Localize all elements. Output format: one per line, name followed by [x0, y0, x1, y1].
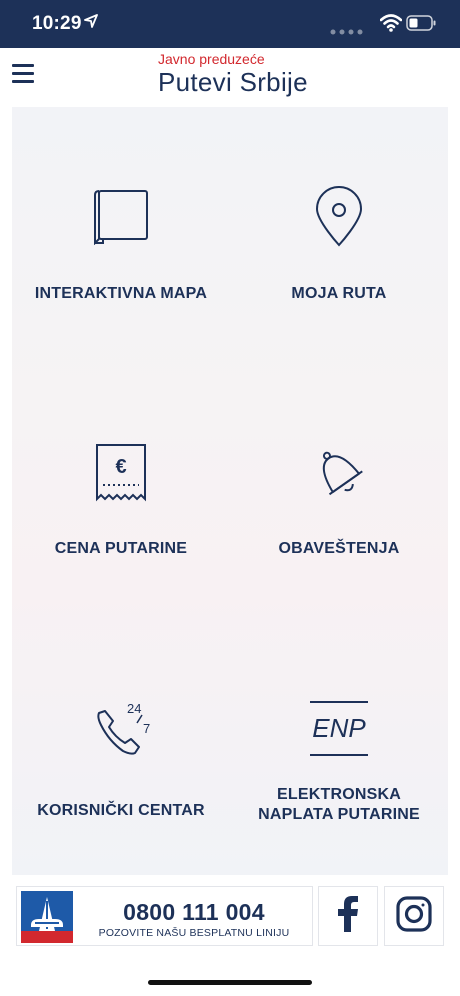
tile-label: KORISNIČKI CENTAR — [37, 802, 205, 819]
home-indicator[interactable] — [148, 980, 312, 985]
app-header: Javno preduzeće Putevi Srbije — [0, 48, 460, 106]
tile-label: OBAVEŠTENJA — [278, 540, 400, 557]
menu-icon[interactable] — [12, 64, 34, 86]
tile-label: INTERAKTIVNA MAPA — [34, 285, 208, 302]
enp-icon-text: ENP — [312, 713, 366, 743]
tile-elektronska-naplata[interactable]: ENP ELEKTRONSKA NAPLATA PUTARINE — [230, 619, 448, 875]
menu-grid: INTERAKTIVNA MAPA MOJA RUTA € CENA PUTAR… — [12, 107, 448, 875]
phone-24-7-icon: 24 7 — [12, 697, 230, 761]
header-title: Putevi Srbije — [158, 67, 308, 97]
tile-label-line2: NAPLATA PUTARINE — [258, 806, 420, 823]
tile-cena-putarine[interactable]: € CENA PUTARINE — [12, 363, 230, 619]
location-pin-icon — [230, 185, 448, 247]
wifi-icon — [379, 14, 403, 37]
status-time: 10:29 — [32, 13, 82, 34]
tile-label-line1: ELEKTRONSKA — [277, 786, 401, 803]
enp-icon: ENP — [230, 699, 448, 759]
footer-bar: 0800 111 004 POZOVITE NAŠU BESPLATNU LIN… — [0, 880, 460, 950]
bell-icon — [230, 443, 448, 503]
tile-label: MOJA RUTA — [291, 285, 387, 302]
hotline-caption: POZOVITE NAŠU BESPLATNU LINIJU — [98, 927, 290, 939]
tile-korisnicki-centar[interactable]: 24 7 KORISNIČKI CENTAR — [12, 619, 230, 875]
location-arrow-icon — [84, 14, 98, 33]
status-bar: 10:29 — [0, 0, 460, 48]
map-icon — [12, 185, 230, 245]
tile-interaktivna-mapa[interactable]: INTERAKTIVNA MAPA — [12, 107, 230, 363]
hotline-button[interactable]: 0800 111 004 POZOVITE NAŠU BESPLATNU LIN… — [16, 886, 313, 946]
phone-icon-top-text: 24 — [127, 701, 141, 716]
phone-icon-bottom-text: 7 — [143, 721, 150, 736]
header-subtitle: Javno preduzeće — [158, 51, 265, 67]
svg-text:€: € — [115, 456, 126, 478]
instagram-icon — [396, 895, 432, 937]
hotline-number: 0800 111 004 — [123, 899, 265, 925]
battery-icon — [406, 15, 436, 36]
instagram-button[interactable] — [384, 886, 444, 946]
putevi-srbije-logo-icon — [21, 891, 73, 943]
tile-obavestenja[interactable]: OBAVEŠTENJA — [230, 363, 448, 619]
tile-label: ELEKTRONSKA NAPLATA PUTARINE — [230, 785, 448, 825]
facebook-icon — [336, 895, 360, 937]
facebook-button[interactable] — [318, 886, 378, 946]
receipt-euro-icon: € — [12, 443, 230, 503]
signal-icon — [330, 22, 366, 40]
tile-moja-ruta[interactable]: MOJA RUTA — [230, 107, 448, 363]
tile-label: CENA PUTARINE — [54, 540, 188, 557]
